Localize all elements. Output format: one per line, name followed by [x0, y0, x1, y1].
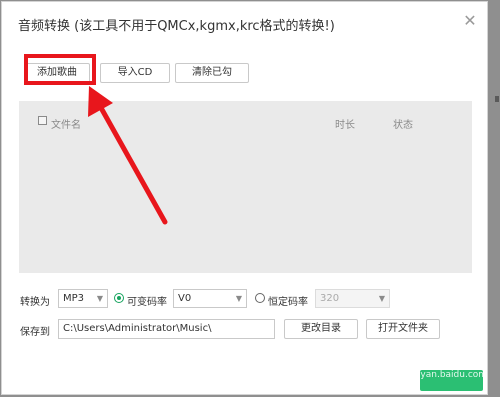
audio-convert-dialog: 音频转换 (该工具不用于QMCx,kgmx,krc格式的转换!) ✕ 添加歌曲 … [1, 1, 488, 395]
vbr-select[interactable]: V0 ▼ [173, 289, 247, 308]
vbr-label[interactable]: 可变码率 [127, 293, 167, 308]
convert-to-label: 转换为 [20, 297, 50, 308]
column-header-status[interactable]: 状态 [393, 116, 413, 131]
chevron-down-icon: ▼ [378, 294, 385, 303]
import-cd-button[interactable]: 导入CD [100, 63, 170, 83]
vbr-radio[interactable] [114, 293, 124, 303]
save-path-input[interactable]: C:\Users\Administrator\Music\ [58, 319, 275, 339]
clear-checked-button[interactable]: 清除已勾 [175, 63, 249, 83]
save-to-label: 保存到 [20, 327, 50, 338]
cbr-value: 320 [320, 293, 340, 304]
open-folder-button[interactable]: 打开文件夹 [366, 319, 440, 339]
chevron-down-icon: ▼ [96, 294, 103, 303]
file-list[interactable]: 文件名 时长 状态 [19, 101, 472, 273]
close-icon[interactable]: ✕ [461, 12, 479, 30]
chevron-down-icon: ▼ [235, 294, 242, 303]
confirm-button[interactable] [420, 370, 483, 391]
format-select[interactable]: MP3 ▼ [58, 289, 108, 308]
column-header-filename[interactable]: 文件名 [51, 116, 81, 131]
cbr-label[interactable]: 恒定码率 [268, 293, 308, 308]
select-all-checkbox[interactable] [38, 116, 47, 125]
vbr-value: V0 [178, 293, 192, 304]
add-song-button[interactable]: 添加歌曲 [24, 63, 90, 83]
cbr-radio[interactable] [255, 293, 265, 303]
format-value: MP3 [63, 293, 85, 304]
cbr-select: 320 ▼ [315, 289, 390, 308]
change-directory-button[interactable]: 更改目录 [284, 319, 358, 339]
column-header-duration[interactable]: 时长 [335, 116, 355, 131]
dialog-title: 音频转换 (该工具不用于QMCx,kgmx,krc格式的转换!) [18, 19, 335, 34]
scrollbar-thumb[interactable] [495, 96, 499, 102]
